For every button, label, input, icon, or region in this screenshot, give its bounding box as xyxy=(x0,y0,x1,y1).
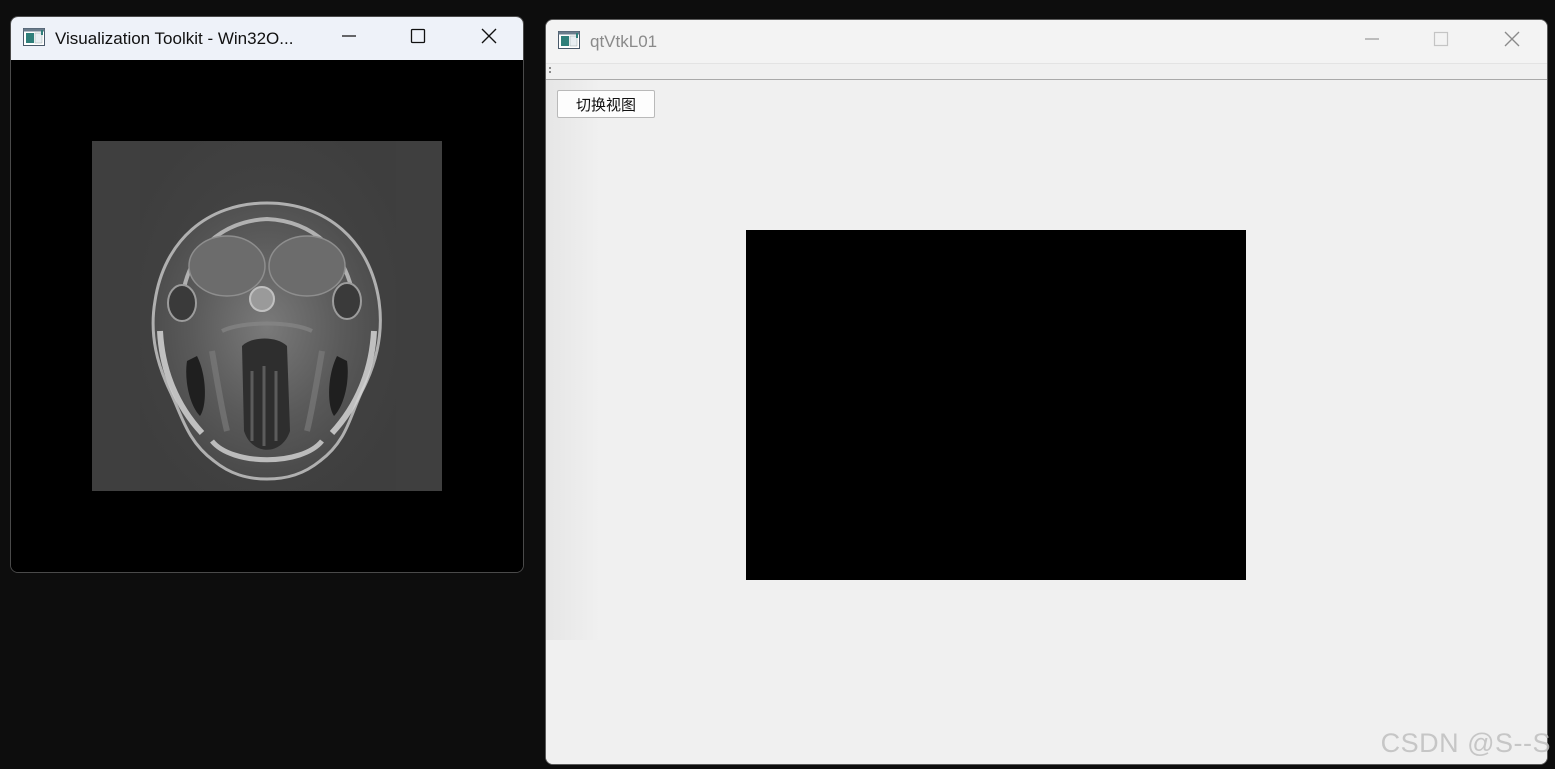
minimize-button[interactable] xyxy=(1337,20,1407,63)
central-widget: 切换视图 xyxy=(546,80,1547,764)
minimize-button[interactable] xyxy=(314,17,384,60)
close-icon xyxy=(480,27,498,50)
maximize-icon xyxy=(1433,31,1449,52)
main-toolbar xyxy=(546,63,1547,80)
window-title: qtVtkL01 xyxy=(590,32,658,51)
side-shadow xyxy=(546,80,601,640)
mri-slice-image xyxy=(92,141,442,491)
switch-view-button[interactable]: 切换视图 xyxy=(557,90,655,118)
maximize-button[interactable] xyxy=(383,17,453,60)
minimize-icon xyxy=(1364,31,1380,52)
vtk-render-view[interactable] xyxy=(11,60,523,572)
window-title: Visualization Toolkit - Win32O... xyxy=(55,29,294,48)
vtk-render-window[interactable]: Visualization Toolkit - Win32O... xyxy=(10,16,524,573)
app-window-icon xyxy=(23,28,45,46)
toolbar-grip-icon[interactable] xyxy=(549,67,551,74)
app-window-icon xyxy=(558,31,580,49)
watermark-text: CSDN @S--S xyxy=(1380,728,1551,758)
maximize-icon xyxy=(410,28,426,49)
qt-vtk-render-widget[interactable] xyxy=(746,230,1246,580)
desktop: Visualization Toolkit - Win32O... qtVtkL… xyxy=(0,0,1555,769)
maximize-button[interactable] xyxy=(1406,20,1476,63)
close-button[interactable] xyxy=(454,17,523,60)
vtk-window-titlebar[interactable]: Visualization Toolkit - Win32O... xyxy=(11,17,523,60)
close-button[interactable] xyxy=(1477,20,1547,63)
close-icon xyxy=(1503,30,1521,53)
qt-main-window[interactable]: qtVtkL01 切换视图 xyxy=(545,19,1548,765)
minimize-icon xyxy=(341,28,357,49)
qt-window-titlebar[interactable]: qtVtkL01 xyxy=(546,20,1547,63)
